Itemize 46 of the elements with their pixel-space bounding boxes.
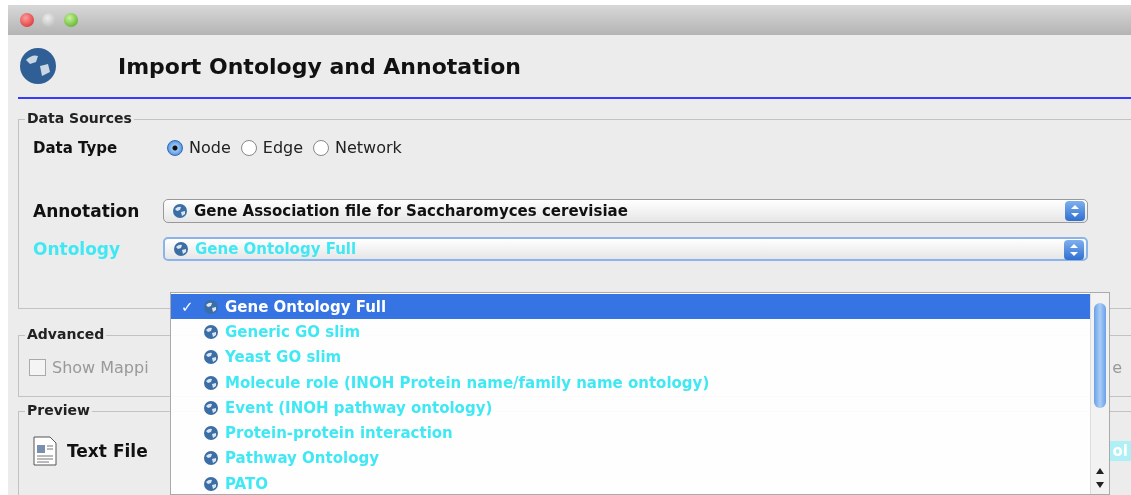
menu-item[interactable]: Event (INOH pathway ontology) xyxy=(171,395,1090,421)
globe-icon xyxy=(203,298,219,315)
globe-icon xyxy=(203,450,219,467)
annotation-dropdown[interactable]: Gene Association file for Saccharomyces cerevisiae xyxy=(163,199,1088,223)
menu-item[interactable]: Molecule role (INOH Protein name/family name ontology) xyxy=(171,369,1090,396)
ontology-dropdown[interactable]: Gene Ontology Full xyxy=(163,237,1088,261)
globe-icon xyxy=(172,203,188,219)
group-legend: Data Sources xyxy=(25,110,134,126)
field-label: Annotation xyxy=(32,201,141,221)
globe-icon xyxy=(203,475,219,492)
stepper-icon xyxy=(1065,201,1085,221)
checkbox-label: Show Mappi xyxy=(52,358,149,377)
group-legend: Preview xyxy=(25,402,92,418)
close-button[interactable] xyxy=(20,13,34,27)
menu-item[interactable]: Pathway Ontology xyxy=(171,445,1090,472)
dialog-title: Import Ontology and Annotation xyxy=(118,53,521,79)
globe-icon xyxy=(203,349,219,366)
document-icon xyxy=(33,436,57,466)
radio-label: Node xyxy=(189,138,231,157)
menu-item[interactable]: Protein-protein interaction xyxy=(171,420,1090,446)
group-legend: Advanced xyxy=(25,326,107,342)
stepper-icon xyxy=(1064,240,1084,260)
globe-icon xyxy=(203,323,219,340)
file-type-label: Text File xyxy=(67,441,148,461)
radio-label: Edge xyxy=(262,138,304,157)
globe-icon xyxy=(203,374,219,391)
field-label: Data Type xyxy=(33,138,119,157)
checkbox-label: e xyxy=(1112,358,1122,377)
checkbox[interactable] xyxy=(29,359,46,376)
menu-item[interactable]: PATO xyxy=(171,471,1090,495)
zoom-button[interactable] xyxy=(64,13,78,27)
globe-icon xyxy=(18,46,58,86)
radio-label: Network xyxy=(335,138,402,157)
scrollbar-thumb[interactable] xyxy=(1094,303,1106,408)
menu-item[interactable]: ✓ Gene Ontology Full xyxy=(171,294,1090,320)
globe-icon xyxy=(173,241,189,257)
menu-item[interactable]: Yeast GO slim xyxy=(171,344,1090,370)
menu-item[interactable]: Generic GO slim xyxy=(171,319,1090,345)
radio-button[interactable] xyxy=(167,139,183,156)
field-label: Ontology xyxy=(32,239,122,259)
radio-button[interactable] xyxy=(240,139,257,156)
globe-icon xyxy=(203,425,219,442)
globe-icon xyxy=(203,399,219,416)
radio-button[interactable] xyxy=(313,139,330,156)
minimize-button[interactable] xyxy=(42,13,56,27)
scrollbar[interactable] xyxy=(1090,293,1109,494)
